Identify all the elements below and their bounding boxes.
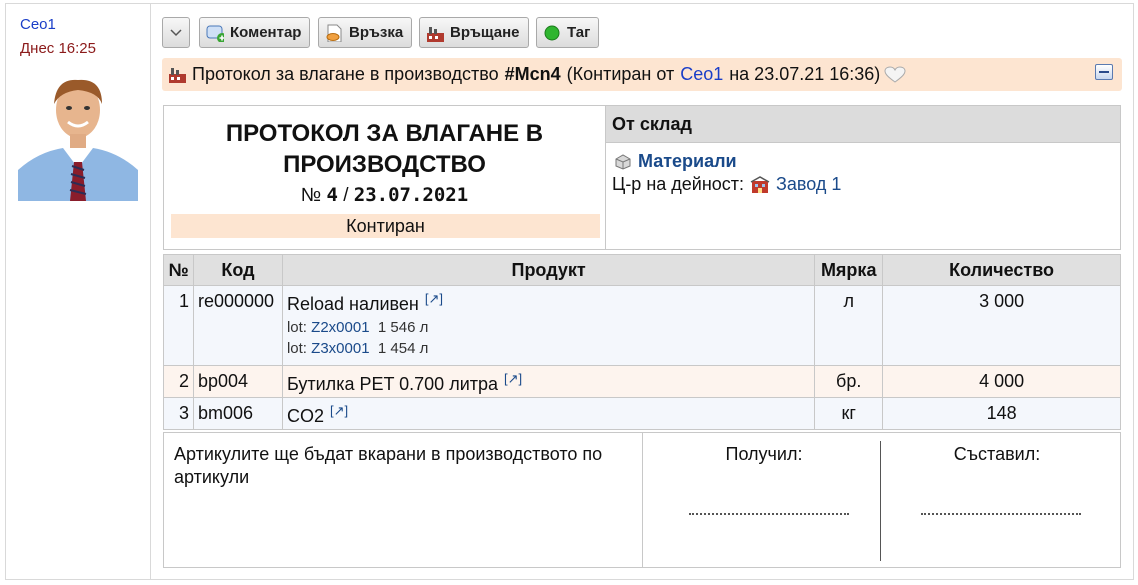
lot-qty: 1 454 л (377, 340, 429, 357)
tag-button[interactable]: Таг (536, 17, 600, 48)
row-code: bm006 (192, 397, 283, 430)
link-icon (326, 24, 342, 42)
lot-qty: 1 546 л (377, 319, 429, 336)
box-icon (615, 153, 631, 170)
num-separator: / (343, 185, 349, 206)
table-header-row: № Код Продукт Мярка Количество (163, 254, 1121, 286)
row-number: 2 (163, 365, 194, 398)
post-time: Днес 16:25 (20, 40, 96, 57)
row-unit: л (814, 285, 884, 366)
num-value: 4 (326, 184, 338, 206)
factory-icon (427, 26, 444, 42)
author-name-link[interactable]: Ceo1 (20, 16, 56, 33)
external-link-icon[interactable]: [↗] (330, 403, 348, 418)
row-quantity: 148 (882, 397, 1121, 430)
avatar (18, 70, 138, 201)
product-name: Reload наливен (286, 294, 419, 314)
lot-line: lot: Z2x0001 1 546 л (287, 319, 810, 336)
factory-icon (169, 67, 186, 83)
lot-label: lot: (286, 319, 307, 336)
row-product: Reload наливен [↗] lot: Z2x0001 1 546 л l… (281, 285, 816, 366)
lot-label: lot: (286, 340, 307, 357)
tag-label: Таг (567, 24, 591, 41)
document-title-block: ПРОТОКОЛ ЗА ВЛАГАНЕ В ПРОИЗВОДСТВО № 4 /… (163, 105, 606, 250)
divider (642, 433, 643, 567)
link-button[interactable]: Връзка (318, 17, 413, 48)
title-line-2: ПРОИЗВОДСТВО (283, 151, 486, 178)
row-number: 3 (163, 397, 194, 430)
doc-type: Протокол за влагане в производство (192, 64, 499, 84)
document-state: Контиран (171, 214, 600, 238)
table-row: 1 re000000 Reload наливен [↗] lot: Z2x000… (163, 285, 1121, 366)
activity-center: Ц-р на дейност: Завод 1 (612, 174, 841, 195)
num-prefix: № (300, 185, 322, 206)
document-title: ПРОТОКОЛ ЗА ВЛАГАНЕ В ПРОИЗВОДСТВО (164, 118, 605, 180)
composed-label: Съставил: (953, 444, 1041, 464)
row-quantity: 4 000 (882, 365, 1121, 398)
document-number: № 4 / 23.07.2021 (164, 184, 605, 207)
col-header-product: Продукт (281, 254, 816, 286)
products-table: № Код Продукт Мярка Количество 1 re00000… (163, 254, 1121, 430)
comment-label: Коментар (230, 24, 302, 41)
doc-status-date: на 23.07.21 16:36) (729, 64, 881, 84)
row-unit: кг (814, 397, 884, 430)
document-status-bar: Протокол за влагане в производство #Mcn4… (162, 58, 1122, 91)
return-label: Връщане (450, 24, 520, 41)
link-label: Връзка (349, 24, 404, 41)
store-heading: От склад (606, 106, 1120, 143)
store-name: Материали (638, 151, 737, 171)
row-unit: бр. (814, 365, 884, 398)
lot-batch-link[interactable]: Z2x0001 (311, 319, 369, 336)
product-name: Бутилка PET 0.700 литра (286, 374, 499, 394)
table-row: 3 bm006 CO2 [↗] кг 148 (163, 397, 1121, 430)
col-header-quantity: Количество (882, 254, 1121, 286)
signature-block: Артикулите ще бъдат вкарани в производст… (163, 432, 1121, 568)
heart-icon[interactable] (884, 65, 906, 84)
document-date: 23.07.2021 (353, 184, 469, 206)
dropdown-button[interactable] (162, 17, 190, 48)
doc-handle: #Mcn4 (504, 64, 561, 84)
center-link[interactable]: Завод 1 (776, 174, 841, 195)
doc-user-link[interactable]: Ceo1 (680, 64, 723, 85)
col-header-code: Код (192, 254, 283, 286)
product-name: CO2 (286, 406, 324, 426)
col-header-number: № (163, 254, 194, 286)
title-line-1: ПРОТОКОЛ ЗА ВЛАГАНЕ В (225, 120, 544, 147)
lot-line: lot: Z3x0001 1 454 л (287, 340, 810, 357)
row-code: re000000 (192, 285, 283, 366)
building-icon (750, 175, 770, 193)
received-signature-line (689, 503, 849, 515)
divider (880, 441, 881, 561)
composed-signature-line (921, 503, 1081, 515)
chevron-down-icon (170, 28, 182, 36)
comment-icon (206, 25, 224, 42)
row-product: CO2 [↗] (281, 397, 816, 430)
row-product: Бутилка PET 0.700 литра [↗] (281, 365, 816, 398)
external-link-icon[interactable]: [↗] (504, 371, 522, 386)
lot-batch-link[interactable]: Z3x0001 (311, 340, 369, 357)
comment-button[interactable]: Коментар (199, 17, 311, 48)
center-label: Ц-р на дейност: (612, 174, 745, 194)
collapse-button[interactable] (1095, 64, 1113, 80)
external-link-icon[interactable]: [↗] (425, 291, 443, 306)
store-link[interactable]: Материали (614, 151, 737, 172)
return-button[interactable]: Връщане (419, 17, 529, 48)
footer-note: Артикулите ще бъдат вкарани в производст… (174, 444, 603, 487)
received-label: Получил: (725, 444, 803, 464)
doc-status-open: (Контиран от (566, 64, 675, 84)
row-quantity: 3 000 (882, 285, 1121, 366)
row-number: 1 (163, 285, 194, 366)
store-block: От склад Материали Ц-р на дейност: Завод… (605, 105, 1121, 250)
table-row: 2 bp004 Бутилка PET 0.700 литра [↗] бр. 4… (163, 365, 1121, 398)
row-code: bp004 (192, 365, 283, 398)
col-header-unit: Мярка (814, 254, 884, 286)
green-dot-icon (544, 25, 560, 40)
